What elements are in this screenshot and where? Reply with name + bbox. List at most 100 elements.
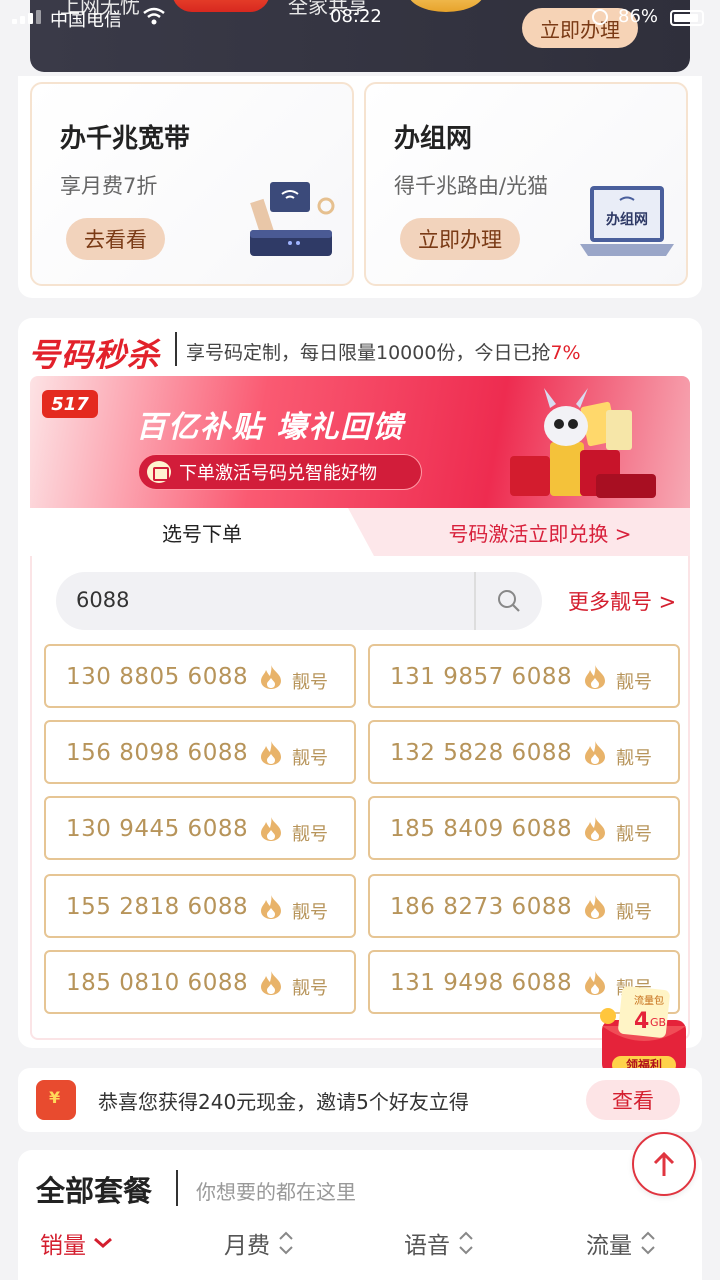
phone-number: 131 9857 6088 <box>390 664 573 690</box>
search-value: 6088 <box>76 588 130 612</box>
carrier-label: 中国电信 <box>50 10 122 31</box>
service-cards: 办千兆宽带 享月费7折 去看看 办组网 得千兆路由/光猫 立即办理 办组网 <box>18 76 702 298</box>
more-numbers-link[interactable]: 更多靓号 > <box>568 586 676 616</box>
network-apply-button[interactable]: 立即办理 <box>400 218 520 260</box>
battery-icon <box>670 10 704 26</box>
lucky-number-tag: 靓号 <box>616 672 652 693</box>
wifi-icon <box>143 7 165 25</box>
phone-number: 130 9445 6088 <box>66 816 249 842</box>
sort-sales[interactable]: 销量 <box>40 1226 114 1260</box>
invite-text: 恭喜您获得240元现金，邀请5个好友立得 <box>98 1090 469 1114</box>
invite-view-button[interactable]: 查看 <box>586 1080 680 1120</box>
promo-headline: 百亿补贴 壕礼回馈 <box>136 410 405 445</box>
broadband-view-button[interactable]: 去看看 <box>66 218 165 260</box>
fire-icon <box>261 817 281 841</box>
number-search-input[interactable]: 6088 <box>56 572 542 630</box>
phone-number: 132 5828 6088 <box>390 740 573 766</box>
grabbed-percent: 7% <box>550 342 581 364</box>
rotation-lock-icon <box>592 9 608 25</box>
lucky-number-tag: 靓号 <box>292 978 328 999</box>
gift-art-illustration <box>510 388 656 498</box>
divider <box>176 1170 178 1206</box>
promo-pill-label: 下单激活号码兑智能好物 <box>179 463 377 484</box>
lucky-number-tag: 靓号 <box>292 902 328 923</box>
number-tabs: 选号下单 号码激活立即兑换 > <box>30 508 690 556</box>
sort-toggle-icon <box>641 1231 655 1255</box>
number-option[interactable]: 130 8805 6088 靓号 <box>44 644 356 708</box>
laptop-screen-text: 办组网 <box>606 211 648 228</box>
badge-517: 517 <box>42 390 98 418</box>
number-option[interactable]: 185 8409 6088 靓号 <box>368 796 680 860</box>
section-title: 号码秒杀 <box>28 336 161 374</box>
fire-icon <box>585 665 605 689</box>
bubble-amount: 4 <box>634 1009 649 1034</box>
sort-monthly-fee[interactable]: 月费 <box>224 1226 296 1260</box>
card-title: 办组网 <box>394 124 473 154</box>
lucky-number-tag: 靓号 <box>292 824 328 845</box>
fire-icon <box>585 895 605 919</box>
number-option[interactable]: 185 0810 6088 靓号 <box>44 950 356 1014</box>
phone-number: 186 8273 6088 <box>390 894 573 920</box>
sort-label: 销量 <box>40 1233 86 1259</box>
invite-bar: 恭喜您获得240元现金，邀请5个好友立得 查看 <box>18 1068 702 1132</box>
signal-icon <box>12 10 41 24</box>
tab-select-number[interactable]: 选号下单 <box>30 508 374 556</box>
section-subtitle: 享号码定制，每日限量10000份，今日已抢7% <box>186 342 581 364</box>
card-subtitle: 享月费7折 <box>60 174 158 198</box>
fire-icon <box>261 741 281 765</box>
bubble-top-text: 流量包 <box>634 994 664 1007</box>
sort-label: 月费 <box>224 1233 270 1259</box>
phone-number: 185 8409 6088 <box>390 816 573 842</box>
arrow-up-icon <box>653 1151 675 1176</box>
lucky-number-tag: 靓号 <box>616 824 652 845</box>
number-option[interactable]: 155 2818 6088 靓号 <box>44 874 356 938</box>
promo-banner[interactable]: 517 百亿补贴 壕礼回馈 下单激活号码兑智能好物 <box>30 376 690 510</box>
chevron-down-icon <box>94 1237 112 1248</box>
sort-label: 语音 <box>404 1233 450 1259</box>
number-flash-sale: 号码秒杀 享号码定制，每日限量10000份，今日已抢7% 517 百亿补贴 壕礼… <box>18 318 702 1048</box>
all-plans-section: 全部套餐 你想要的都在这里 销量 月费 语音 流量 <box>18 1150 702 1280</box>
red-envelope-icon <box>36 1080 76 1120</box>
search-button[interactable] <box>476 572 542 630</box>
sort-label: 流量 <box>586 1233 632 1259</box>
lucky-number-tag: 靓号 <box>292 672 328 693</box>
plans-title: 全部套餐 <box>36 1174 153 1208</box>
lucky-number-tag: 靓号 <box>616 902 652 923</box>
promo-pill[interactable]: 下单激活号码兑智能好物 <box>138 454 422 490</box>
sort-toggle-icon <box>279 1231 293 1255</box>
back-to-top-button[interactable] <box>632 1132 696 1196</box>
fire-icon <box>261 665 281 689</box>
card-title: 办千兆宽带 <box>60 124 191 154</box>
traffic-gift-bubble[interactable]: 流量包 4 GB 领福利 <box>592 986 694 1078</box>
lucky-number-tag: 靓号 <box>292 748 328 769</box>
card-subtitle: 得千兆路由/光猫 <box>394 174 549 198</box>
sort-data[interactable]: 流量 <box>586 1226 658 1260</box>
network-card[interactable]: 办组网 得千兆路由/光猫 立即办理 办组网 <box>364 82 688 286</box>
phone-number: 156 8098 6088 <box>66 740 249 766</box>
clock: 08:22 <box>330 6 382 27</box>
number-panel: 6088 更多靓号 > 130 8805 6088 靓号 131 9857 6088… <box>30 556 690 1040</box>
number-option[interactable]: 186 8273 6088 靓号 <box>368 874 680 938</box>
sort-toggle-icon <box>459 1231 473 1255</box>
lucky-number-tag: 靓号 <box>616 748 652 769</box>
status-bar: 中国电信 08:22 86% <box>0 0 720 36</box>
fire-icon <box>261 895 281 919</box>
number-option[interactable]: 131 9857 6088 靓号 <box>368 644 680 708</box>
number-option[interactable]: 130 9445 6088 靓号 <box>44 796 356 860</box>
number-option[interactable]: 156 8098 6088 靓号 <box>44 720 356 784</box>
tab-activate-redeem[interactable]: 号码激活立即兑换 > <box>390 508 690 556</box>
fire-icon <box>585 741 605 765</box>
divider <box>175 332 177 366</box>
router-icon <box>250 182 335 256</box>
phone-number: 185 0810 6088 <box>66 970 249 996</box>
plans-subtitle: 你想要的都在这里 <box>196 1180 356 1204</box>
phone-number: 130 8805 6088 <box>66 664 249 690</box>
fire-icon <box>261 971 281 995</box>
number-option[interactable]: 132 5828 6088 靓号 <box>368 720 680 784</box>
phone-number: 131 9498 6088 <box>390 970 573 996</box>
search-icon <box>498 590 520 612</box>
battery-percent: 86% <box>618 6 659 27</box>
fire-icon <box>585 817 605 841</box>
broadband-card[interactable]: 办千兆宽带 享月费7折 去看看 <box>30 82 354 286</box>
sort-voice[interactable]: 语音 <box>404 1226 476 1260</box>
